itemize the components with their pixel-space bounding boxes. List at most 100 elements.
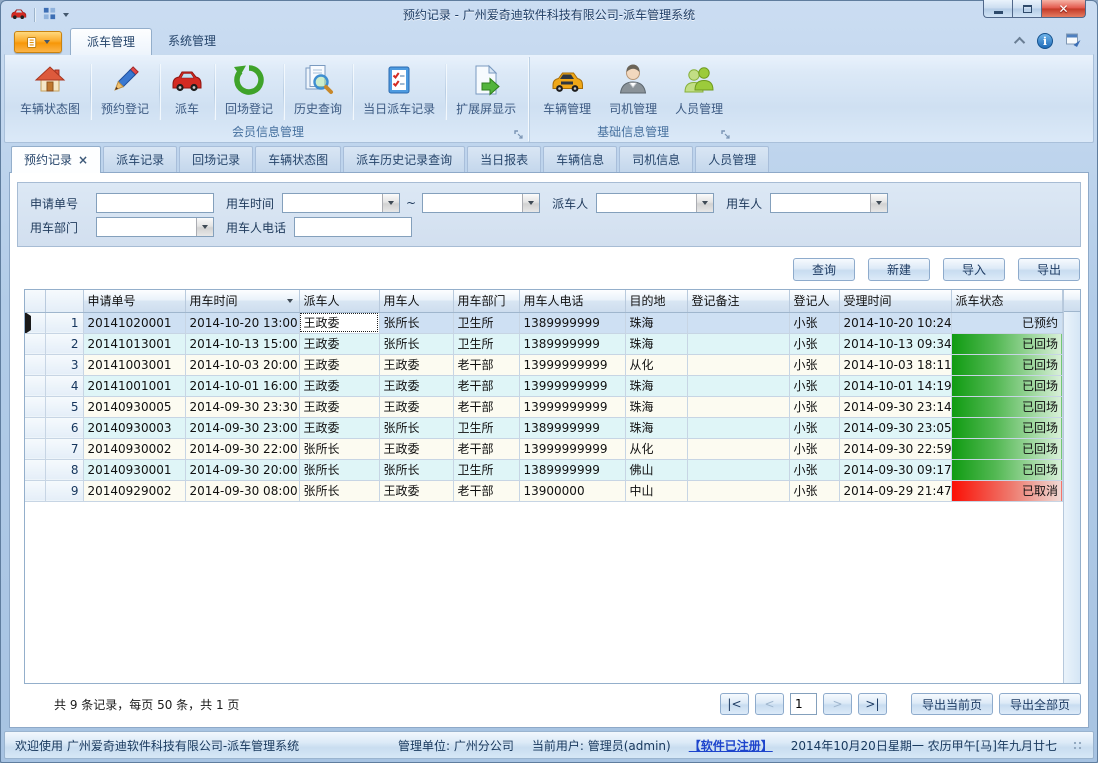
column-header-1[interactable]: 用车时间 — [185, 290, 299, 312]
column-header-5[interactable]: 用车人电话 — [519, 290, 625, 312]
row-indicator-cell[interactable] — [25, 333, 45, 354]
last-page-button[interactable]: >| — [858, 693, 887, 715]
table-cell[interactable] — [687, 375, 789, 396]
dept-combo[interactable] — [96, 217, 214, 237]
table-cell[interactable]: 20140930005 — [83, 396, 185, 417]
table-cell[interactable]: 13999999999 — [519, 354, 625, 375]
table-cell[interactable]: 珠海 — [625, 312, 687, 333]
column-header-3[interactable]: 用车人 — [379, 290, 453, 312]
ribbon-button-0-2[interactable]: 派车 — [161, 59, 213, 125]
user-combo[interactable] — [770, 193, 888, 213]
theme-switch-icon[interactable] — [1065, 31, 1082, 50]
table-cell[interactable]: 1389999999 — [519, 333, 625, 354]
table-cell[interactable]: 2014-10-20 13:00 — [185, 312, 299, 333]
row-indicator-cell[interactable] — [25, 480, 45, 501]
doc-tab-2[interactable]: 回场记录 — [179, 146, 253, 172]
export-button[interactable]: 导出 — [1018, 258, 1080, 281]
table-row[interactable]: 3201410030012014-10-03 20:00王政委王政委老干部139… — [25, 354, 1063, 375]
table-cell[interactable]: 张所长 — [379, 312, 453, 333]
table-cell[interactable]: 小张 — [789, 459, 839, 480]
ribbon-button-0-3[interactable]: 回场登记 — [216, 59, 282, 125]
table-cell[interactable]: 13999999999 — [519, 375, 625, 396]
table-cell[interactable]: 2014-09-30 09:17 — [839, 459, 951, 480]
table-cell[interactable]: 中山 — [625, 480, 687, 501]
table-cell[interactable] — [687, 312, 789, 333]
table-cell[interactable]: 1389999999 — [519, 417, 625, 438]
table-cell[interactable]: 2014-10-03 20:00 — [185, 354, 299, 375]
table-cell[interactable]: 从化 — [625, 438, 687, 459]
column-header-10[interactable]: 派车状态 — [951, 290, 1063, 312]
table-row[interactable]: 7201409300022014-09-30 22:00张所长王政委老干部139… — [25, 438, 1063, 459]
table-cell[interactable]: 2014-09-30 08:00 — [185, 480, 299, 501]
table-cell[interactable]: 小张 — [789, 396, 839, 417]
table-cell[interactable]: 珠海 — [625, 417, 687, 438]
new-button[interactable]: 新建 — [868, 258, 930, 281]
table-cell[interactable]: 王政委 — [299, 396, 379, 417]
phone-input[interactable] — [294, 217, 412, 237]
table-cell[interactable]: 2014-09-30 23:14 — [839, 396, 951, 417]
table-cell[interactable]: 张所长 — [379, 459, 453, 480]
table-cell[interactable] — [687, 333, 789, 354]
table-cell[interactable]: 2014-10-20 10:24 — [839, 312, 951, 333]
table-cell[interactable]: 1389999999 — [519, 459, 625, 480]
table-cell[interactable]: 20141020001 — [83, 312, 185, 333]
ribbon-tab-0[interactable]: 派车管理 — [70, 28, 152, 55]
table-cell[interactable]: 2014-09-29 21:47 — [839, 480, 951, 501]
table-cell[interactable]: 珠海 — [625, 375, 687, 396]
table-row[interactable]: 4201410010012014-10-01 16:00王政委王政委老干部139… — [25, 375, 1063, 396]
ribbon-button-0-4[interactable]: 历史查询 — [285, 59, 351, 125]
table-cell[interactable]: 王政委 — [299, 312, 379, 333]
table-cell[interactable]: 老干部 — [453, 375, 519, 396]
dispatcher-combo[interactable] — [596, 193, 714, 213]
ribbon-tab-1[interactable]: 系统管理 — [152, 28, 232, 54]
row-indicator-cell[interactable] — [25, 459, 45, 480]
table-cell[interactable]: 张所长 — [299, 459, 379, 480]
table-cell[interactable]: 从化 — [625, 354, 687, 375]
table-cell[interactable] — [687, 417, 789, 438]
doc-tab-1[interactable]: 派车记录 — [103, 146, 177, 172]
table-cell[interactable]: 卫生所 — [453, 333, 519, 354]
dialog-launcher-icon[interactable] — [514, 129, 524, 139]
table-cell[interactable]: 小张 — [789, 312, 839, 333]
ribbon-button-0-0[interactable]: 车辆状态图 — [11, 59, 89, 125]
dropdown-button[interactable] — [870, 194, 887, 212]
table-cell[interactable]: 老干部 — [453, 396, 519, 417]
table-cell[interactable] — [687, 396, 789, 417]
status-cell[interactable]: 已回场 — [951, 396, 1063, 417]
table-cell[interactable]: 20141001001 — [83, 375, 185, 396]
info-icon[interactable]: i — [1037, 33, 1053, 49]
vertical-scrollbar[interactable] — [1063, 290, 1080, 683]
row-number-cell[interactable]: 3 — [45, 354, 83, 375]
table-cell[interactable]: 张所长 — [379, 417, 453, 438]
row-number-cell[interactable]: 7 — [45, 438, 83, 459]
table-cell[interactable]: 珠海 — [625, 333, 687, 354]
status-cell[interactable]: 已取消 — [951, 480, 1063, 501]
row-indicator-cell[interactable] — [25, 438, 45, 459]
table-row[interactable]: 5201409300052014-09-30 23:30王政委王政委老干部139… — [25, 396, 1063, 417]
dropdown-button[interactable] — [196, 218, 213, 236]
row-number-cell[interactable]: 6 — [45, 417, 83, 438]
table-cell[interactable]: 2014-10-01 16:00 — [185, 375, 299, 396]
table-cell[interactable]: 张所长 — [299, 438, 379, 459]
row-indicator-cell[interactable] — [25, 312, 45, 333]
row-indicator-cell[interactable] — [25, 375, 45, 396]
dropdown-button[interactable] — [382, 194, 399, 212]
table-cell[interactable]: 王政委 — [379, 396, 453, 417]
minimize-button[interactable] — [983, 0, 1012, 18]
table-cell[interactable]: 2014-10-03 18:11 — [839, 354, 951, 375]
ribbon-button-1-2[interactable]: 人员管理 — [666, 59, 732, 125]
import-button[interactable]: 导入 — [943, 258, 1005, 281]
doc-tab-0[interactable]: 预约记录× — [11, 146, 101, 173]
table-cell[interactable]: 小张 — [789, 333, 839, 354]
table-cell[interactable]: 20140930003 — [83, 417, 185, 438]
ribbon-button-0-1[interactable]: 预约登记 — [92, 59, 158, 125]
ribbon-button-0-6[interactable]: 扩展屏显示 — [447, 59, 525, 125]
doc-tab-4[interactable]: 派车历史记录查询 — [343, 146, 465, 172]
table-cell[interactable]: 13900000 — [519, 480, 625, 501]
export-current-page-button[interactable]: 导出当前页 — [911, 693, 993, 715]
collapse-chevron-icon[interactable] — [1014, 36, 1025, 47]
row-indicator-cell[interactable] — [25, 354, 45, 375]
table-cell[interactable]: 王政委 — [379, 375, 453, 396]
row-number-cell[interactable]: 8 — [45, 459, 83, 480]
column-header-9[interactable]: 受理时间 — [839, 290, 951, 312]
